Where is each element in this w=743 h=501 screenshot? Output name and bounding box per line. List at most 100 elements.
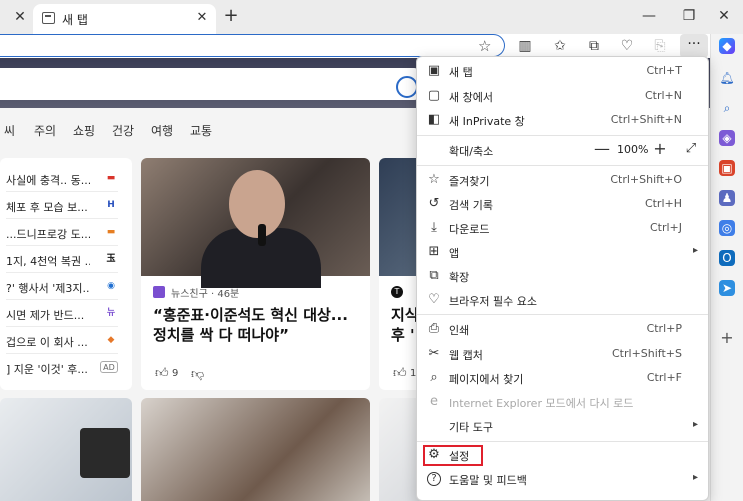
list-item[interactable]: ...드니프로강 도... ▬ xyxy=(6,220,118,246)
menu-item-apps[interactable]: ⊞ 앱 ▸ xyxy=(417,240,708,264)
news-image-card[interactable] xyxy=(0,398,132,501)
menu-divider xyxy=(417,165,708,166)
favorites-icon[interactable]: ✩ xyxy=(551,37,569,55)
source-logo: ▬ xyxy=(106,173,116,183)
source-logo: ◆ xyxy=(107,335,115,345)
featured-news-card[interactable]: 뉴스친구 · 46분 “홍준표·이준석도 혁신 대상... 정치를 싹 다 떠나… xyxy=(141,158,370,390)
menu-divider xyxy=(417,314,708,315)
settings-and-more-menu: ▣ 새 탭 Ctrl+T ▢ 새 창에서 Ctrl+N ◧ 새 InPrivat… xyxy=(416,56,709,501)
menu-item-browser-essentials[interactable]: ♡ 브라우저 필수 요소 xyxy=(417,288,708,312)
thumbs-up-icon[interactable]: 👍︎ xyxy=(155,366,169,381)
title-bar: ✕ 새 탭 ✕ + — ❐ ✕ xyxy=(0,0,743,34)
favorite-star-icon[interactable]: ☆ xyxy=(478,37,491,55)
nav-item[interactable]: 쇼핑 xyxy=(73,122,95,139)
split-screen-icon[interactable]: ▥ xyxy=(516,37,534,55)
window-close-button[interactable]: ✕ xyxy=(716,8,732,24)
bell-icon[interactable]: 🔔︎ xyxy=(719,70,735,86)
menu-item-new-window[interactable]: ▢ 새 창에서 Ctrl+N xyxy=(417,84,708,108)
menu-item-downloads[interactable]: ⤓ 다운로드 Ctrl+J xyxy=(417,216,708,240)
list-item[interactable]: 체포 후 모습 보... H xyxy=(6,193,118,219)
menu-item-web-capture[interactable]: ✂ 웹 캡처 Ctrl+Shift+S xyxy=(417,342,708,366)
nav-item[interactable]: 교통 xyxy=(190,122,212,139)
minimize-button[interactable]: — xyxy=(641,8,657,24)
collections-icon[interactable]: ⧉ xyxy=(585,37,603,55)
toolbox-icon[interactable]: ▣ xyxy=(719,160,735,176)
drop-icon[interactable]: ➤ xyxy=(719,280,735,296)
list-item[interactable]: 1지, 4천억 복권 ... 玉 xyxy=(6,247,118,273)
menu-item-new-tab[interactable]: ▣ 새 탭 Ctrl+T xyxy=(417,59,708,83)
download-icon: ⤓ xyxy=(431,220,437,235)
nav-item[interactable]: 씨 xyxy=(4,122,15,139)
list-item[interactable]: ?' 행사서 '제3지... ◉ xyxy=(6,274,118,300)
tab-close-button[interactable]: ✕ xyxy=(194,10,210,26)
favorites-icon: ☆ xyxy=(428,172,440,187)
news-headline: 지식 후 ' xyxy=(391,306,419,344)
menu-item-print[interactable]: ⎙ 인쇄 Ctrl+P xyxy=(417,317,708,341)
new-tab-page-icon xyxy=(42,12,55,24)
printer-icon: ⎙ xyxy=(428,321,440,336)
zoom-out-button[interactable]: — xyxy=(593,140,611,158)
games-icon[interactable]: ♟ xyxy=(719,190,735,206)
news-headline: “홍준표·이준석도 혁신 대상... 정치를 싹 다 떠나야” xyxy=(153,306,348,344)
menu-item-find-on-page[interactable]: ⌕ 페이지에서 찾기 Ctrl+F xyxy=(417,366,708,390)
menu-item-more-tools[interactable]: 기타 도구 ▸ xyxy=(417,414,708,438)
menu-divider xyxy=(417,135,708,136)
add-icon[interactable]: + xyxy=(719,330,735,346)
nav-item[interactable]: 여행 xyxy=(151,122,173,139)
menu-item-zoom: 확대/축소 — 100% + ⤢ xyxy=(417,138,708,162)
menu-item-help-feedback[interactable]: ? 도움말 및 피드백 ▸ xyxy=(417,467,708,491)
new-tab-button[interactable]: + xyxy=(222,7,240,25)
news-image-card[interactable] xyxy=(141,398,370,501)
menu-item-extensions[interactable]: ⧉ 확장 xyxy=(417,264,708,288)
source-logo: ◉ xyxy=(107,281,115,291)
menu-item-new-inprivate[interactable]: ◧ 새 InPrivate 창 Ctrl+Shift+N xyxy=(417,108,708,132)
list-item[interactable]: 겁으로 이 회사 ... ◆ xyxy=(6,328,118,354)
menu-item-favorites[interactable]: ☆ 즐겨찾기 Ctrl+Shift+O xyxy=(417,168,708,192)
web-search-box[interactable] xyxy=(0,68,420,100)
bing-button[interactable] xyxy=(396,76,418,98)
zoom-in-button[interactable]: + xyxy=(651,140,669,158)
apps-icon: ⊞ xyxy=(428,244,440,259)
inprivate-icon: ◧ xyxy=(427,112,441,127)
nav-item[interactable]: 주의 xyxy=(34,122,56,139)
menu-item-ie-mode: e Internet Explorer 모드에서 다시 로드 xyxy=(417,390,708,414)
heart-pulse-icon: ♡ xyxy=(428,292,440,307)
search-icon[interactable]: ⌕ xyxy=(719,100,735,116)
settings-highlight-box xyxy=(423,445,483,466)
share-icon[interactable]: ⎘ xyxy=(651,37,669,55)
thumbs-down-icon[interactable]: 👎︎ xyxy=(191,367,204,382)
source-logo: ▬ xyxy=(106,227,116,237)
chevron-right-icon: ▸ xyxy=(692,245,698,256)
list-item[interactable]: ] 지운 '이것' 후... AD xyxy=(6,355,118,381)
source-logo xyxy=(153,286,165,298)
history-icon: ↺ xyxy=(428,196,440,211)
list-item[interactable]: 사실에 충격.. 동... ▬ xyxy=(6,166,118,192)
source-logo: 뉴 xyxy=(106,308,116,318)
window-icon: ▢ xyxy=(427,88,441,103)
tag-icon[interactable]: ◈ xyxy=(719,130,735,146)
outlook-icon[interactable]: O xyxy=(719,250,735,266)
find-icon: ⌕ xyxy=(430,370,438,385)
source-logo: T xyxy=(391,286,403,298)
fullscreen-icon[interactable]: ⤢ xyxy=(683,141,699,157)
browser-essentials-icon[interactable]: ♡ xyxy=(618,37,636,55)
thumbs-up-icon[interactable]: 👍︎ xyxy=(393,366,407,381)
new-tab-icon: ▣ xyxy=(427,63,441,78)
toolbar: ☆ ▥ ✩ ⧉ ♡ ⎘ ··· xyxy=(0,34,710,58)
settings-and-more-button[interactable]: ··· xyxy=(680,34,708,58)
m365-icon[interactable]: ◎ xyxy=(719,220,735,236)
close-icon[interactable]: ✕ xyxy=(12,9,28,25)
chevron-right-icon: ▸ xyxy=(692,472,698,483)
list-item[interactable]: 시면 제가 반드... 뉴 xyxy=(6,301,118,327)
chevron-right-icon: ▸ xyxy=(692,419,698,430)
copilot-icon[interactable]: ◆ xyxy=(719,38,735,54)
restore-button[interactable]: ❐ xyxy=(681,8,697,24)
help-icon: ? xyxy=(427,472,441,486)
nav-item[interactable]: 건강 xyxy=(112,122,134,139)
internet-explorer-icon: e xyxy=(430,394,438,409)
tab-new-tab[interactable]: 새 탭 ✕ xyxy=(33,4,216,34)
news-source: 뉴스친구 · 46분 xyxy=(171,289,240,300)
news-photo xyxy=(141,158,370,288)
address-bar[interactable]: ☆ xyxy=(0,34,505,57)
menu-item-history[interactable]: ↺ 검색 기록 Ctrl+H xyxy=(417,192,708,216)
